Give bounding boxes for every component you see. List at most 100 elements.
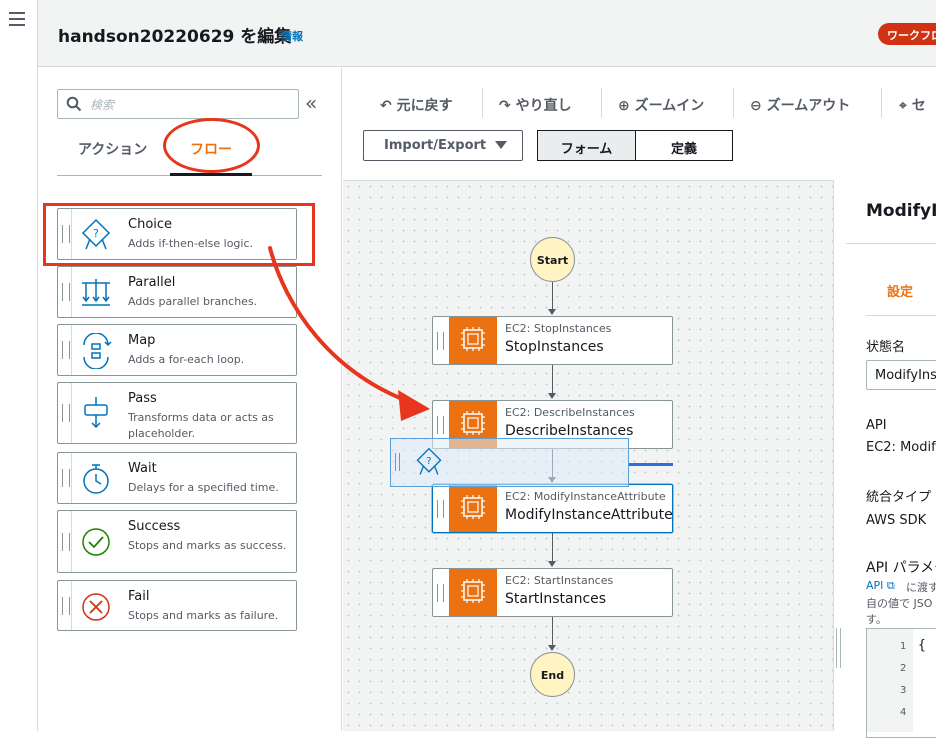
flow-state-title: Parallel <box>128 275 176 290</box>
svg-text:?: ? <box>426 456 431 467</box>
success-icon <box>82 528 110 556</box>
external-link-icon: ⧉ <box>886 579 895 592</box>
left-rail <box>0 0 38 731</box>
redo-button[interactable]: ↷ やり直し <box>499 95 572 115</box>
line-number: 3 <box>900 685 907 696</box>
redo-icon: ↷ <box>499 98 511 114</box>
info-link[interactable]: 情報 <box>281 28 303 44</box>
flow-state-description: Stops and marks as failure. <box>128 609 279 622</box>
card-divider <box>71 453 72 503</box>
state-type: EC2: ModifyInstanceAttribute <box>505 490 666 503</box>
card-divider <box>71 267 72 317</box>
api-docs-link[interactable]: API ⧉ <box>866 579 895 593</box>
center-button[interactable]: ⌖ セ <box>899 95 926 115</box>
flow-state-title: Fail <box>128 589 150 604</box>
state-name-label: 状態名 <box>866 340 906 355</box>
drag-handle-icon[interactable] <box>62 596 70 615</box>
drag-handle-icon[interactable] <box>62 283 70 301</box>
flow-state-title: Wait <box>128 461 157 476</box>
flow-state-map[interactable]: Map Adds a for-each loop. <box>57 324 297 376</box>
start-node[interactable]: Start <box>530 237 575 282</box>
collapse-panel-icon[interactable]: « <box>305 93 317 113</box>
state-name: ModifyInstanceAttribute <box>505 507 673 523</box>
line-number: 4 <box>900 707 907 718</box>
toolbar-divider <box>881 88 882 118</box>
zoom-in-label: ズームイン <box>634 98 705 114</box>
edge-arrowhead <box>548 561 556 567</box>
search-icon <box>66 96 82 112</box>
flow-state-parallel[interactable]: Parallel Adds parallel branches. <box>57 266 297 318</box>
resize-handle-icon[interactable] <box>836 628 841 668</box>
view-form-toggle[interactable]: フォーム <box>537 130 636 161</box>
integration-type-value: AWS SDK <box>866 513 927 528</box>
state-name: StartInstances <box>505 591 607 607</box>
state-node[interactable]: EC2: StartInstances StartInstances <box>432 568 673 617</box>
pass-icon <box>84 397 108 429</box>
zoom-in-button[interactable]: ⊕ ズームイン <box>618 95 704 115</box>
map-icon <box>83 333 112 369</box>
drag-handle-icon[interactable] <box>437 500 444 518</box>
tab-settings[interactable]: 設定 <box>887 281 913 300</box>
fail-icon <box>82 593 110 621</box>
flow-state-description: Stops and marks as success. <box>128 539 287 552</box>
inspector-title: ModifyIn <box>866 201 936 221</box>
zoom-out-button[interactable]: ⊖ ズームアウト <box>750 95 850 115</box>
state-node-selected[interactable]: EC2: ModifyInstanceAttribute ModifyInsta… <box>432 484 673 533</box>
drag-handle-icon[interactable] <box>62 532 70 551</box>
code-text: { <box>918 638 926 653</box>
flow-state-pass[interactable]: Pass Transforms data or acts as placehol… <box>57 382 297 444</box>
hamburger-menu-icon[interactable] <box>9 12 25 26</box>
undo-button[interactable]: ↶ 元に戻す <box>380 95 453 115</box>
redo-label: やり直し <box>515 98 572 114</box>
tab-actions[interactable]: アクション <box>78 139 147 159</box>
annotation-highlight-box <box>43 203 315 266</box>
end-node[interactable]: End <box>530 652 575 697</box>
drag-handle-icon[interactable] <box>62 341 70 359</box>
ec2-service-icon <box>449 317 497 364</box>
integration-type-label: 統合タイプ <box>866 490 932 505</box>
line-number: 2 <box>900 663 907 674</box>
api-params-help: す。 <box>866 613 887 626</box>
toolbar-divider <box>601 88 602 118</box>
state-name-value: ModifyIns <box>875 368 936 383</box>
page-title: handson20220629 を編集 <box>58 27 292 47</box>
api-label: API <box>866 418 887 433</box>
drag-handle-icon[interactable] <box>437 416 444 434</box>
drag-handle-icon[interactable] <box>437 584 444 602</box>
flow-state-wait[interactable]: Wait Delays for a specified time. <box>57 452 297 504</box>
flow-state-description: Transforms data or acts as placeholder. <box>128 411 274 440</box>
flow-state-success[interactable]: Success Stops and marks as success. <box>57 510 297 573</box>
zoom-out-label: ズームアウト <box>766 98 851 114</box>
inspector-tabs-divider <box>866 315 936 316</box>
edge-line <box>552 533 553 561</box>
flow-state-fail[interactable]: Fail Stops and marks as failure. <box>57 580 297 631</box>
edge-arrowhead <box>548 309 556 315</box>
edge-arrowhead <box>548 393 556 399</box>
search-placeholder: 検索 <box>90 98 115 112</box>
stopwatch-icon <box>83 464 109 494</box>
state-node[interactable]: EC2: StopInstances StopInstances <box>432 316 673 365</box>
zoom-out-icon: ⊖ <box>750 98 762 114</box>
card-divider <box>71 325 72 375</box>
drag-handle-icon[interactable] <box>437 332 444 350</box>
card-divider <box>71 581 72 630</box>
drag-handle-icon[interactable] <box>62 404 70 422</box>
ec2-service-icon <box>449 485 497 532</box>
view-definition-toggle[interactable]: 定義 <box>636 130 733 161</box>
caret-down-icon <box>495 141 507 149</box>
flow-state-title: Map <box>128 333 156 348</box>
undo-label: 元に戻す <box>396 98 453 114</box>
api-value: EC2: Modify <box>866 440 936 455</box>
state-type: EC2: DescribeInstances <box>505 406 635 419</box>
drag-handle-icon <box>395 453 400 471</box>
card-divider <box>71 511 72 572</box>
workflow-studio-badge: ワークフロー <box>878 23 936 45</box>
state-type: EC2: StopInstances <box>505 322 612 335</box>
annotation-circle <box>163 118 260 173</box>
card-divider <box>71 383 72 443</box>
state-type: EC2: StartInstances <box>505 574 614 587</box>
flow-state-title: Pass <box>128 391 157 406</box>
state-name: DescribeInstances <box>505 423 634 439</box>
drag-handle-icon[interactable] <box>62 469 70 487</box>
center-label: セ <box>911 98 926 114</box>
